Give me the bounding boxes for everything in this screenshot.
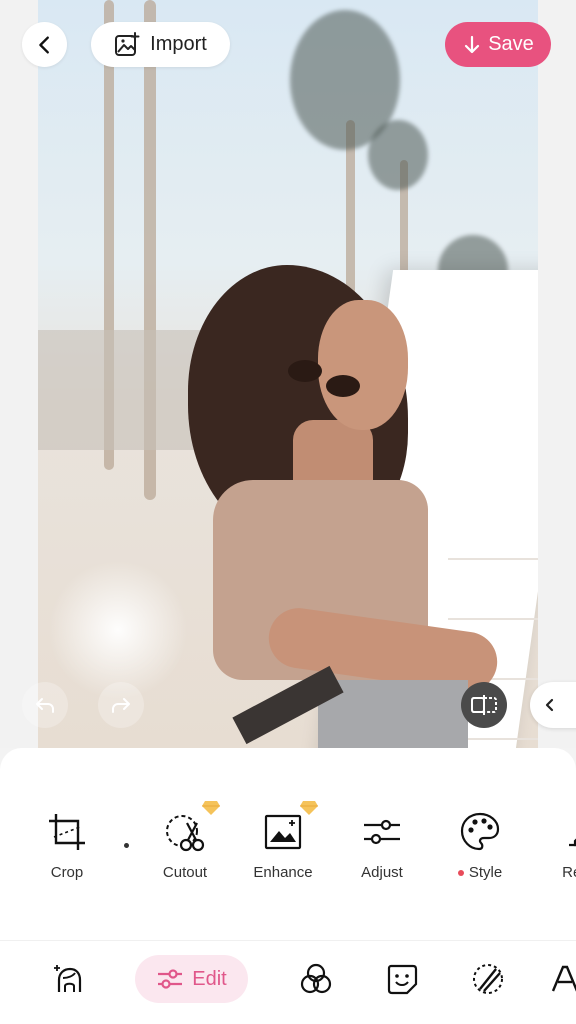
edited-photo[interactable] [38, 0, 538, 748]
compare-button[interactable] [461, 682, 507, 728]
chevron-left-icon [38, 35, 49, 54]
tool-remove[interactable]: Rem [530, 810, 576, 881]
eraser-icon [569, 838, 576, 847]
adjust-sliders-icon [364, 819, 400, 845]
tool-label: Enhance [253, 864, 313, 881]
redo-button[interactable] [98, 682, 144, 728]
text-icon [551, 965, 576, 992]
bottom-nav: Edit [0, 955, 576, 1005]
retouch-face-icon [54, 965, 82, 992]
expand-panel-tab[interactable] [530, 682, 576, 728]
tool-cutout[interactable]: Cutout [137, 801, 233, 881]
nav-divider [0, 940, 576, 941]
premium-gem-icon [300, 801, 318, 815]
nav-edit-label: Edit [192, 967, 227, 990]
new-indicator-dot [457, 869, 464, 876]
undo-icon [36, 698, 54, 713]
save-label: Save [488, 33, 534, 55]
photo-canvas [0, 0, 576, 748]
crop-icon [49, 814, 85, 850]
enhance-image-icon [264, 814, 302, 850]
tool-enhance[interactable]: Enhance [235, 801, 331, 881]
effects-icon [473, 964, 503, 994]
add-image-icon [115, 31, 140, 56]
tool-label: Cutout [162, 864, 208, 881]
separator-dot [124, 843, 129, 848]
tool-label: Adjust [361, 864, 403, 881]
tool-strip[interactable]: Crop Cutout Enhance Adjust Style R [0, 801, 576, 890]
nav-effects[interactable] [464, 955, 512, 1003]
edit-sliders-icon [158, 969, 183, 989]
download-arrow-icon [465, 35, 480, 53]
nav-retouch[interactable] [44, 955, 92, 1003]
tool-label: Rem [562, 864, 576, 881]
save-button[interactable]: Save [445, 22, 551, 67]
tool-style[interactable]: Style [432, 810, 528, 881]
palette-icon [460, 812, 500, 851]
undo-button[interactable] [22, 682, 68, 728]
import-button[interactable]: Import [91, 22, 230, 67]
filters-circles-icon [300, 963, 332, 994]
back-button[interactable] [22, 22, 67, 67]
chevron-left-icon [545, 698, 554, 712]
premium-gem-icon [202, 801, 220, 815]
compare-icon [471, 695, 497, 715]
tool-crop[interactable]: Crop [19, 810, 115, 881]
nav-sticker[interactable] [378, 955, 426, 1003]
nav-edit[interactable]: Edit [135, 955, 248, 1003]
nav-filters[interactable] [292, 955, 340, 1003]
tool-adjust[interactable]: Adjust [334, 810, 430, 881]
sticker-icon [387, 964, 418, 995]
import-label: Import [150, 33, 207, 55]
tool-label: Style [468, 864, 503, 881]
tool-label: Crop [50, 864, 84, 881]
cutout-scissors-icon [166, 815, 205, 852]
nav-text[interactable] [550, 955, 576, 1003]
redo-icon [112, 698, 130, 713]
